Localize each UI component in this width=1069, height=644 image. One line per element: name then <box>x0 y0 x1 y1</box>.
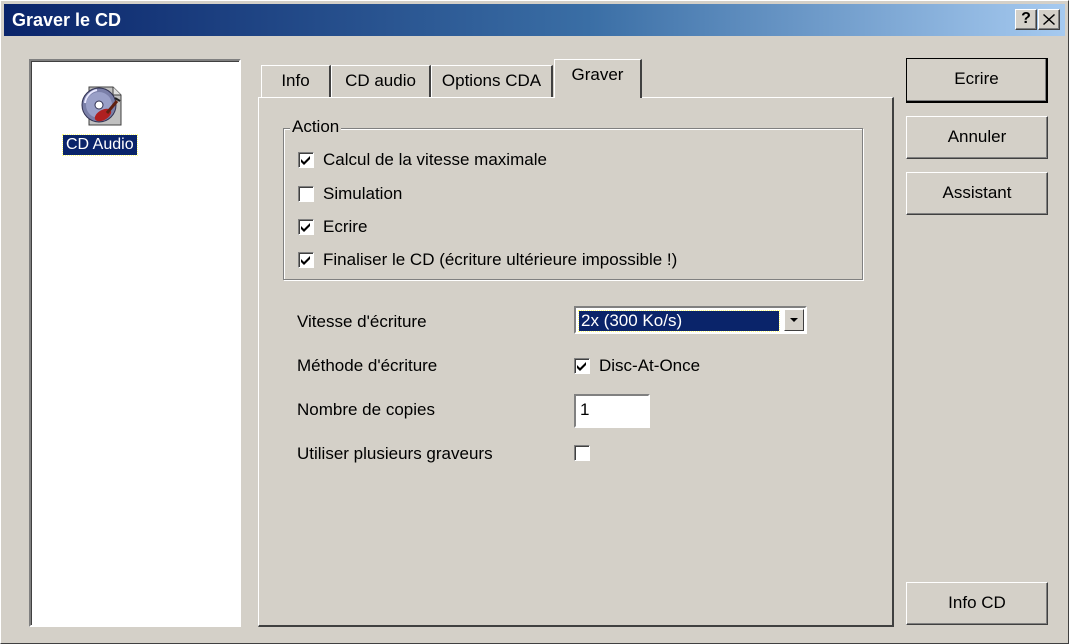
speed-label: Vitesse d'écriture <box>297 312 427 331</box>
list-item-cd-audio[interactable]: CD Audio <box>62 134 138 156</box>
tab-panel-graver: Action Calcul de la vitesse maximale Sim… <box>258 97 894 627</box>
write-button[interactable]: Ecrire <box>906 58 1048 103</box>
max-speed-checkbox[interactable] <box>298 152 314 168</box>
title-bar[interactable]: Graver le CD ? <box>4 4 1065 36</box>
tab-options-cda[interactable]: Options CDA <box>431 65 553 97</box>
tab-info[interactable]: Info <box>261 65 331 97</box>
tab-cd-audio[interactable]: CD audio <box>331 65 431 97</box>
copies-input[interactable]: 1 <box>574 394 650 428</box>
copies-label: Nombre de copies <box>297 400 435 419</box>
tab-graver[interactable]: Graver <box>554 59 642 98</box>
checkmark-icon <box>301 223 310 232</box>
disc-at-once-label: Disc-At-Once <box>599 356 701 375</box>
wizard-button[interactable]: Assistant <box>906 172 1048 215</box>
multi-writers-label: Utiliser plusieurs graveurs <box>297 444 493 463</box>
burn-cd-dialog: Graver le CD ? CD Audio Info CD audio Op… <box>0 0 1069 644</box>
disc-at-once-checkbox[interactable] <box>574 358 590 374</box>
window-title: Graver le CD <box>12 10 122 30</box>
action-groupbox: Action Calcul de la vitesse maximale Sim… <box>283 117 863 280</box>
finalize-label: Finaliser le CD (écriture ultérieure imp… <box>323 250 678 269</box>
action-legend: Action <box>290 117 342 137</box>
close-icon <box>1043 14 1055 25</box>
help-button[interactable]: ? <box>1015 9 1037 30</box>
checkmark-icon <box>301 256 310 265</box>
close-button[interactable] <box>1038 9 1060 30</box>
write-checkbox[interactable] <box>298 219 314 235</box>
checkmark-icon <box>577 362 586 371</box>
cancel-button[interactable]: Annuler <box>906 116 1048 159</box>
speed-select-value[interactable]: 2x (300 Ko/s) <box>578 310 780 332</box>
simulation-label: Simulation <box>323 184 403 203</box>
simulation-checkbox[interactable] <box>298 186 314 202</box>
source-list[interactable]: CD Audio <box>29 59 241 627</box>
speed-select[interactable]: 2x (300 Ko/s) <box>574 306 807 334</box>
multi-writers-checkbox[interactable] <box>574 445 590 461</box>
checkmark-icon <box>301 156 310 165</box>
max-speed-label: Calcul de la vitesse maximale <box>323 150 547 169</box>
cd-info-button[interactable]: Info CD <box>906 582 1048 625</box>
finalize-checkbox[interactable] <box>298 252 314 268</box>
method-label: Méthode d'écriture <box>297 356 438 375</box>
chevron-down-icon <box>790 318 798 322</box>
write-label: Ecrire <box>323 217 368 236</box>
cd-audio-icon[interactable] <box>77 81 127 129</box>
speed-dropdown-button[interactable] <box>784 309 804 331</box>
